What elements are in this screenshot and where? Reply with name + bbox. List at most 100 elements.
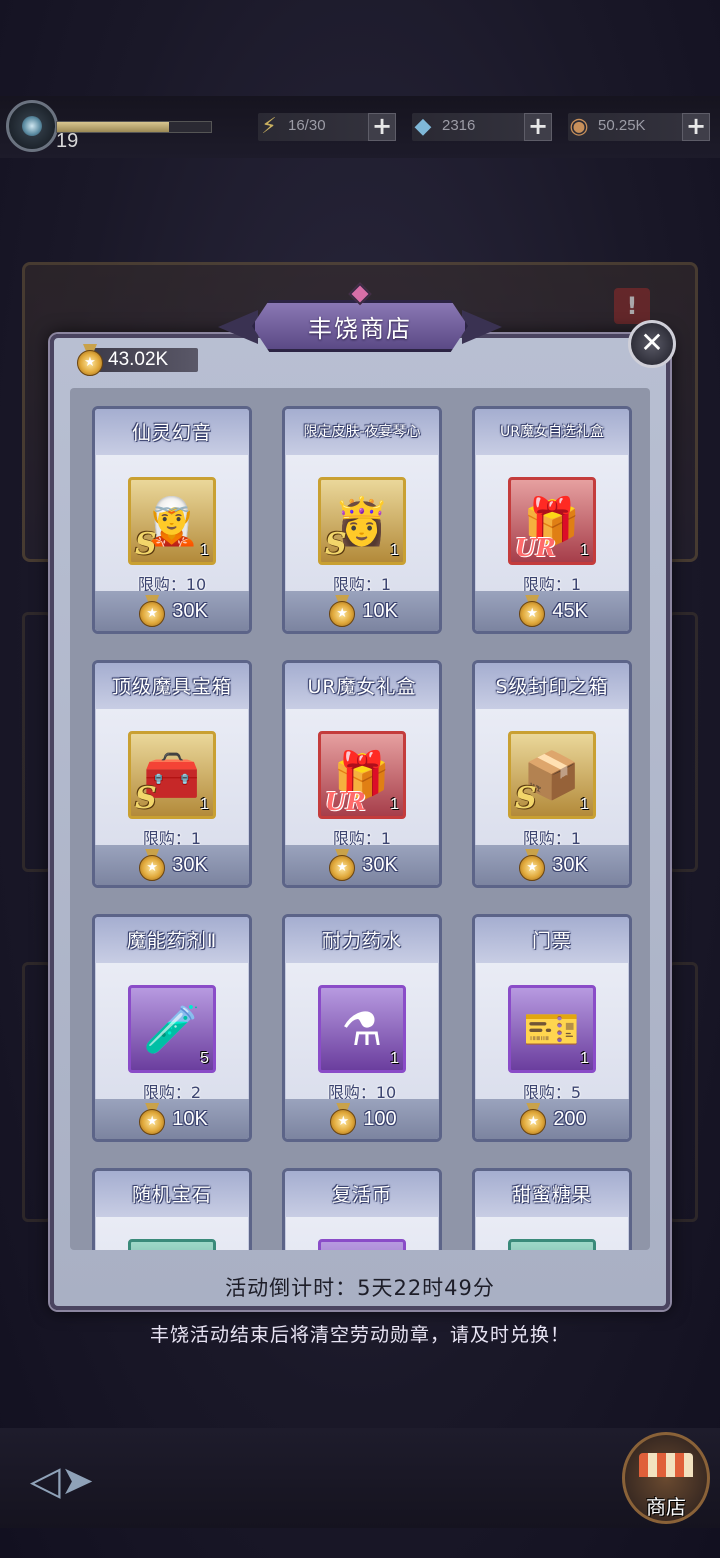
shop-item-card[interactable]: 仙灵幻音 🧝 S 1 限购：10 ★ 30K	[92, 406, 252, 634]
shop-title-banner: 丰饶商店	[218, 282, 502, 366]
player-level: 19	[56, 130, 79, 152]
treasure-chest-icon[interactable]: 🧰 S 1	[128, 731, 216, 819]
shop-item-card[interactable]: UR魔女礼盒 🎁 UR 1 限购：1 ★ 30K	[282, 660, 442, 888]
diamond-icon: ◆	[414, 113, 432, 139]
shop-item-grid[interactable]: 仙灵幻音 🧝 S 1 限购：10 ★ 30K 限定皮肤-夜宴琴心 👸 S 1 限购：1 ★ 10K UR魔女…	[70, 388, 650, 1250]
item-price: 200	[553, 1107, 587, 1130]
item-name: 仙灵幻音	[131, 422, 212, 444]
background-side-panel-right-2	[668, 962, 698, 1222]
medal-balance-value: 43.02K	[108, 349, 169, 370]
item-grade-badge: S	[135, 527, 157, 562]
add-gold-button[interactable]: +	[682, 113, 710, 141]
ticket-icon[interactable]: 🎫 1	[508, 985, 596, 1073]
item-price: 45K	[552, 599, 588, 622]
elf-portrait-icon[interactable]: 🧝 S 1	[128, 477, 216, 565]
gold-counter: ◉ 50.25K +	[568, 113, 710, 141]
labor-medal-icon: ★	[326, 595, 358, 627]
background-side-panel-right	[668, 612, 698, 872]
labor-medal-icon: ★	[136, 595, 168, 627]
add-energy-button[interactable]: +	[368, 113, 396, 141]
buy-button[interactable]: ★ 10K	[285, 591, 439, 631]
player-level-badge[interactable]	[6, 100, 58, 152]
title-ornament-right	[462, 310, 502, 344]
sealed-box-icon[interactable]: 📦 S 1	[508, 731, 596, 819]
gift-box-icon[interactable]: 🎁 UR 1	[318, 731, 406, 819]
title-ornament-left	[218, 310, 258, 344]
back-button[interactable]: ◁➤	[22, 1456, 102, 1506]
item-quantity: 1	[390, 1050, 399, 1067]
item-glyph	[511, 1242, 593, 1250]
close-button[interactable]: ✕	[628, 320, 676, 368]
candy-icon[interactable]	[508, 1239, 596, 1250]
labor-medal-icon: ★	[136, 1103, 168, 1135]
buy-button[interactable]: ★ 200	[475, 1099, 629, 1139]
item-price: 10K	[172, 1107, 208, 1130]
shop-item-card[interactable]: 门票 🎫 1 限购：5 ★ 200	[472, 914, 632, 1142]
shop-modal: 仙灵幻音 🧝 S 1 限购：10 ★ 30K 限定皮肤-夜宴琴心 👸 S 1 限购：1 ★ 10K UR魔女…	[50, 334, 670, 1310]
shop-item-card[interactable]: S级封印之箱 📦 S 1 限购：1 ★ 30K	[472, 660, 632, 888]
gem-icon[interactable]	[128, 1239, 216, 1250]
gift-box-icon[interactable]: 🎁 UR 1	[508, 477, 596, 565]
coin-icon: ◉	[569, 113, 589, 139]
item-price: 100	[363, 1107, 397, 1130]
shop-button[interactable]: 商店	[622, 1432, 710, 1524]
item-grade-badge: S	[325, 527, 347, 562]
shop-awning-icon	[639, 1453, 693, 1477]
item-price: 30K	[552, 853, 588, 876]
gem-value: 2316	[442, 117, 476, 134]
red-potion-icon[interactable]: 🧪 5	[128, 985, 216, 1073]
item-glyph	[131, 1242, 213, 1250]
buy-button[interactable]: ★ 30K	[285, 845, 439, 885]
item-quantity: 5	[200, 1050, 209, 1067]
back-arrow-icon: ◁➤	[29, 1458, 95, 1504]
buy-button[interactable]: ★ 30K	[95, 591, 249, 631]
buy-button[interactable]: ★ 30K	[95, 845, 249, 885]
shop-button-label: 商店	[646, 1495, 686, 1519]
item-quantity: 1	[390, 796, 399, 813]
background-side-panel-left	[22, 612, 52, 872]
labor-medal-icon: ★	[516, 849, 548, 881]
item-price: 30K	[172, 853, 208, 876]
buy-button[interactable]: ★ 10K	[95, 1099, 249, 1139]
skin-portrait-icon[interactable]: 👸 S 1	[318, 477, 406, 565]
background-side-panel-left-2	[22, 962, 52, 1222]
item-name: 甜蜜糖果	[511, 1184, 592, 1206]
blue-potion-icon[interactable]: ⚗ 1	[318, 985, 406, 1073]
exchange-notice: 丰饶活动结束后将清空劳动勋章，请及时兑换！	[149, 1324, 570, 1346]
item-name: 限定皮肤-夜宴琴心	[303, 424, 421, 440]
item-name: 顶级魔具宝箱	[111, 676, 232, 698]
level-emblem-icon	[22, 116, 42, 136]
shop-item-card[interactable]: 甜蜜糖果	[472, 1168, 632, 1250]
labor-medal-icon: ★	[326, 849, 358, 881]
item-name: UR魔女礼盒	[307, 676, 417, 698]
energy-value: 16/30	[288, 117, 326, 134]
gold-value: 50.25K	[598, 117, 646, 134]
item-name: 复活币	[331, 1184, 392, 1206]
gem-counter: ◆ 2316 +	[412, 113, 552, 141]
shop-item-card[interactable]: 魔能药剂Ⅱ 🧪 5 限购：2 ★ 10K	[92, 914, 252, 1142]
item-price: 10K	[362, 599, 398, 622]
shop-item-card[interactable]: 随机宝石	[92, 1168, 252, 1250]
buy-button[interactable]: ★ 30K	[475, 845, 629, 885]
medal-balance: ★ 43.02K	[74, 344, 200, 376]
shop-item-card[interactable]: 顶级魔具宝箱 🧰 S 1 限购：1 ★ 30K	[92, 660, 252, 888]
close-icon: ✕	[640, 326, 664, 359]
shop-item-card[interactable]: 复活币	[282, 1168, 442, 1250]
shop-item-card[interactable]: 限定皮肤-夜宴琴心 👸 S 1 限购：1 ★ 10K	[282, 406, 442, 634]
add-gems-button[interactable]: +	[524, 113, 552, 141]
item-grade-badge: UR	[325, 787, 366, 816]
labor-medal-icon: ★	[327, 1103, 359, 1135]
buy-button[interactable]: ★ 45K	[475, 591, 629, 631]
item-quantity: 1	[200, 796, 209, 813]
item-grade-badge: S	[135, 781, 157, 816]
item-quantity: 1	[390, 542, 399, 559]
labor-medal-icon: ★	[74, 344, 106, 376]
item-name: 随机宝石	[131, 1184, 212, 1206]
item-name: S级封印之箱	[495, 676, 609, 698]
shop-item-card[interactable]: UR魔女自选礼盒 🎁 UR 1 限购：1 ★ 45K	[472, 406, 632, 634]
buy-button[interactable]: ★ 100	[285, 1099, 439, 1139]
item-price: 30K	[362, 853, 398, 876]
item-quantity: 1	[200, 542, 209, 559]
revive-coin-icon[interactable]	[318, 1239, 406, 1250]
shop-item-card[interactable]: 耐力药水 ⚗ 1 限购：10 ★ 100	[282, 914, 442, 1142]
